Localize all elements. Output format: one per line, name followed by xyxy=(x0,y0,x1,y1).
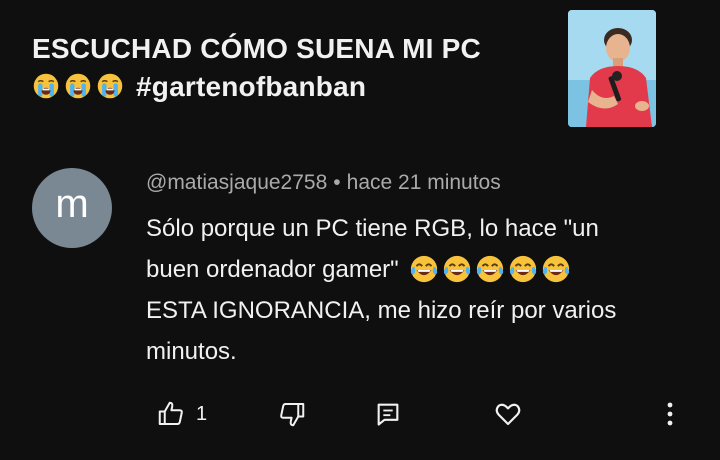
heart-icon xyxy=(495,403,521,426)
comment-text-line-1: Sólo porque un PC tiene RGB, lo hace "un xyxy=(146,215,599,242)
avatar[interactable]: m xyxy=(32,168,112,248)
comment-author[interactable]: @matiasjaque2758 xyxy=(146,171,327,194)
comment-text-line-2-text: buen ordenador gamer" xyxy=(146,256,399,283)
like-count: 1 xyxy=(196,402,208,425)
loudly-crying-face-icon xyxy=(33,73,59,98)
video-thumbnail[interactable] xyxy=(568,10,656,127)
thumbs-down-icon xyxy=(280,403,305,427)
face-with-tears-of-joy-icon xyxy=(542,255,569,282)
comment: m @matiasjaque2758 • hace 21 minutos Sólo … xyxy=(0,160,720,460)
face-with-tears-of-joy-icon xyxy=(509,255,536,282)
reply-button[interactable] xyxy=(374,394,402,434)
face-with-tears-of-joy-icon xyxy=(443,255,470,282)
thumbs-up-icon xyxy=(158,401,183,425)
crying-emoji-group xyxy=(32,72,124,100)
face-with-tears-of-joy-icon xyxy=(476,255,503,282)
comment-text-line-4: minutos. xyxy=(146,338,237,365)
more-options-button[interactable] xyxy=(656,394,684,434)
laughing-emoji-group xyxy=(409,254,571,284)
video-header: ESCUCHAD CÓMO SUENA MI PC #gartenofbanba… xyxy=(0,0,720,140)
comment-text-line-2: buen ordenador gamer" xyxy=(146,249,706,290)
comment-actions: 1 xyxy=(0,394,720,438)
meta-separator: • xyxy=(333,171,341,194)
face-with-tears-of-joy-icon xyxy=(410,255,437,282)
loudly-crying-face-icon xyxy=(65,73,91,98)
video-hashtag[interactable]: #gartenofbanban xyxy=(136,71,366,102)
video-title-line-2: #gartenofbanban xyxy=(32,68,552,106)
comment-meta: @matiasjaque2758 • hace 21 minutos xyxy=(146,171,501,195)
dislike-button[interactable] xyxy=(276,394,308,434)
thumbnail-person-image xyxy=(568,10,656,127)
comment-time: hace 21 minutos xyxy=(346,171,501,194)
more-vertical-icon xyxy=(667,402,673,426)
loudly-crying-face-icon xyxy=(97,73,123,98)
comment-text: Sólo porque un PC tiene RGB, lo hace "un… xyxy=(146,208,706,372)
video-title[interactable]: ESCUCHAD CÓMO SUENA MI PC #gartenofbanba… xyxy=(32,30,552,106)
comment-text-line-3: ESTA IGNORANCIA, me hizo reír por varios xyxy=(146,297,617,324)
heart-button[interactable] xyxy=(492,394,524,434)
reply-icon xyxy=(377,403,399,426)
video-title-line-1: ESCUCHAD CÓMO SUENA MI PC xyxy=(32,33,481,64)
like-button[interactable]: 1 xyxy=(156,394,207,434)
